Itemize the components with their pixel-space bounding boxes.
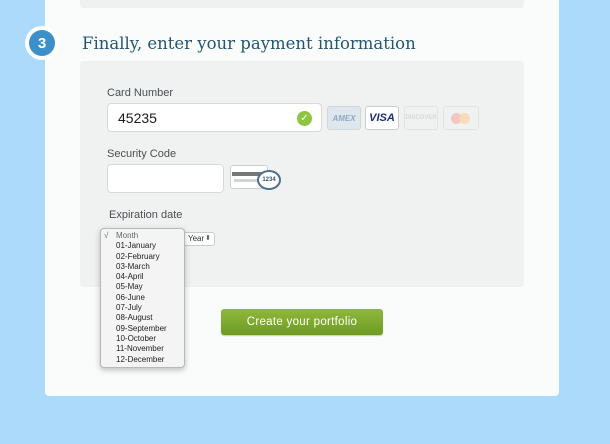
month-option[interactable]: √ Month xyxy=(101,231,184,241)
step-number: 3 xyxy=(29,30,55,56)
security-code-label: Security Code xyxy=(107,148,177,160)
card-number-label: Card Number xyxy=(107,87,174,99)
month-option[interactable]: 10-October xyxy=(101,334,184,344)
month-option[interactable]: 07-July xyxy=(101,303,184,313)
month-option[interactable]: 01-January xyxy=(101,241,184,251)
cvv-magnifier-icon: 1234 xyxy=(257,170,281,190)
month-dropdown-list[interactable]: √ Month 01-January 02-February 03-March 0… xyxy=(100,228,185,368)
month-option[interactable]: 11-November xyxy=(101,344,184,354)
selected-check-icon: √ xyxy=(104,231,109,240)
month-option[interactable]: 06-June xyxy=(101,293,184,303)
month-option[interactable]: 05-May xyxy=(101,282,184,292)
check-icon: ✓ xyxy=(297,111,312,126)
month-option[interactable]: 04-April xyxy=(101,272,184,282)
step-badge: 3 xyxy=(25,26,59,60)
section-title: Finally, enter your payment information xyxy=(82,34,416,53)
month-option[interactable]: 12-December xyxy=(101,355,184,365)
year-select-value: Year xyxy=(188,234,205,243)
month-option[interactable]: 09-September xyxy=(101,324,184,334)
previous-section-bottom xyxy=(80,0,524,8)
amex-logo-icon: AMEX xyxy=(327,106,361,130)
discover-logo-icon: DISCOVER xyxy=(404,106,438,130)
card-number-input[interactable]: 45235 xyxy=(107,103,322,132)
create-portfolio-button[interactable]: Create your portfolio xyxy=(221,309,383,335)
month-option[interactable]: 03-March xyxy=(101,262,184,272)
security-code-input[interactable] xyxy=(107,164,224,193)
year-select[interactable]: Year ⬍ xyxy=(183,232,215,246)
expiration-date-label: Expiration date xyxy=(109,209,183,221)
mastercard-logo-icon xyxy=(443,106,479,130)
visa-logo-icon: VISA xyxy=(365,106,399,130)
month-option[interactable]: 02-February xyxy=(101,252,184,262)
month-option[interactable]: 08-August xyxy=(101,313,184,323)
chevron-updown-icon: ⬍ xyxy=(205,235,211,242)
